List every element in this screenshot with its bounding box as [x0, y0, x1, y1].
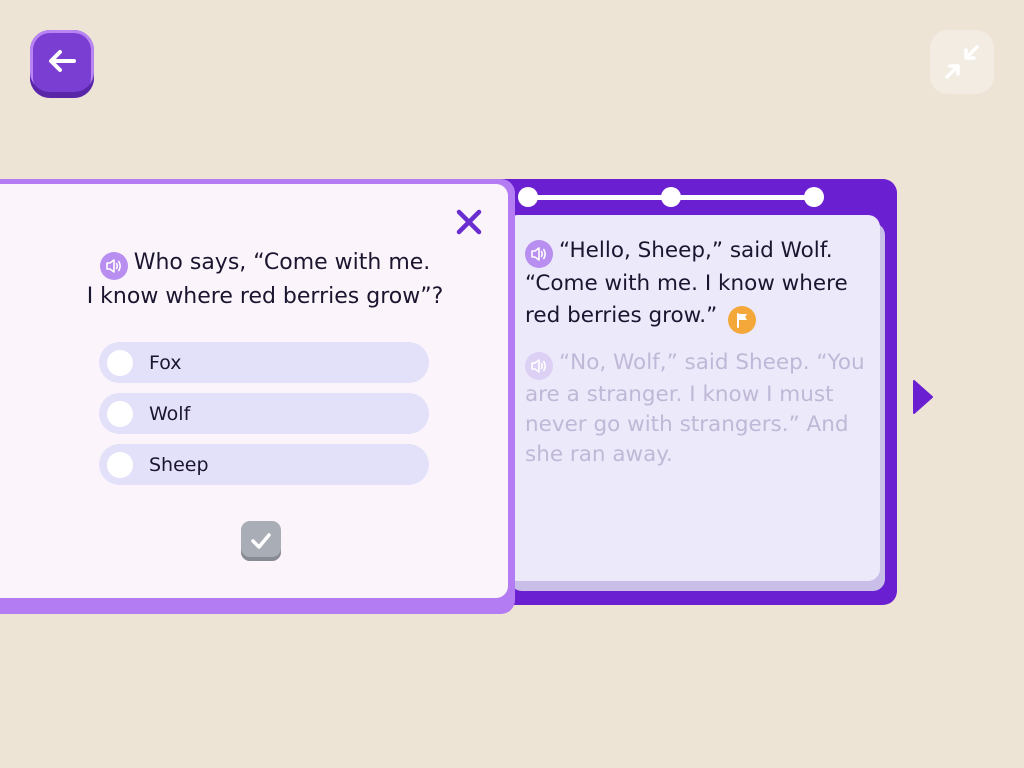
story-book: “Hello, Sheep,” said Wolf. “Come with me… [470, 179, 897, 605]
story-paragraph-text: “No, Wolf,” said Sheep. “You are a stran… [525, 350, 865, 467]
story-text: “Hello, Sheep,” said Wolf. “Come with me… [525, 235, 870, 484]
speaker-icon[interactable] [525, 352, 553, 380]
question-text: I know where red berries grow”? [86, 284, 444, 309]
radio-button[interactable] [107, 451, 133, 478]
back-button[interactable] [30, 30, 94, 98]
next-page-button[interactable] [912, 379, 934, 419]
check-icon [251, 533, 271, 549]
submit-answer-button[interactable] [241, 521, 281, 561]
chevron-right-icon [913, 380, 933, 414]
shrink-icon [945, 45, 979, 79]
close-button[interactable] [455, 208, 483, 240]
radio-button[interactable] [107, 349, 133, 376]
arrow-left-icon [49, 50, 76, 72]
flag-icon[interactable] [728, 306, 757, 334]
quiz-question: Who says, “Come with me. I know where re… [0, 246, 530, 314]
answer-option-sheep[interactable]: Sheep [99, 444, 429, 485]
answer-option-fox[interactable]: Fox [99, 342, 429, 383]
page-progress-dot[interactable] [804, 187, 824, 207]
page-progress-dot[interactable] [661, 187, 681, 207]
page-progress-dot[interactable] [518, 187, 538, 207]
story-paragraph-text: “Hello, Sheep,” said Wolf. “Come with me… [525, 238, 848, 328]
story-paragraph: “Hello, Sheep,” said Wolf. “Come with me… [525, 235, 870, 334]
answer-option-wolf[interactable]: Wolf [99, 393, 429, 434]
question-text: Who says, “Come with me. [133, 250, 431, 275]
quiz-panel: Who says, “Come with me. I know where re… [0, 184, 508, 598]
answer-label: Sheep [149, 453, 209, 476]
answer-label: Wolf [149, 402, 191, 425]
radio-button[interactable] [107, 400, 133, 427]
answer-label: Fox [149, 351, 182, 374]
exit-fullscreen-button[interactable] [930, 30, 994, 94]
close-icon [456, 209, 482, 235]
story-paragraph: “No, Wolf,” said Sheep. “You are a stran… [525, 348, 870, 470]
question-line: Who says, “Come with me. [0, 246, 530, 280]
speaker-icon[interactable] [99, 252, 128, 280]
